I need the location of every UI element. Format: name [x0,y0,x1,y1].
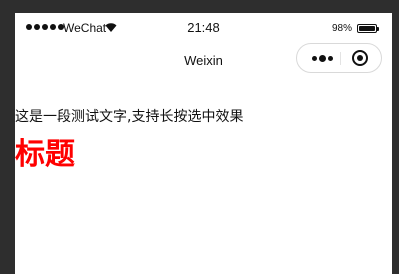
status-bar: WeChat 21:48 98% [15,13,392,43]
phone-screen: WeChat 21:48 98% Weixin 这是一段测试文字,支持长按选中效… [15,13,392,274]
content-title: 标题 [15,137,75,172]
target-close-icon[interactable] [352,50,368,66]
capsule-divider [340,52,341,65]
test-text[interactable]: 这是一段测试文字,支持长按选中效果 [15,106,243,126]
mini-program-capsule [296,43,382,73]
battery-icon [357,24,379,33]
battery-fill [359,26,375,31]
battery-percent: 98% [332,23,353,34]
more-dots-icon[interactable] [307,44,337,72]
